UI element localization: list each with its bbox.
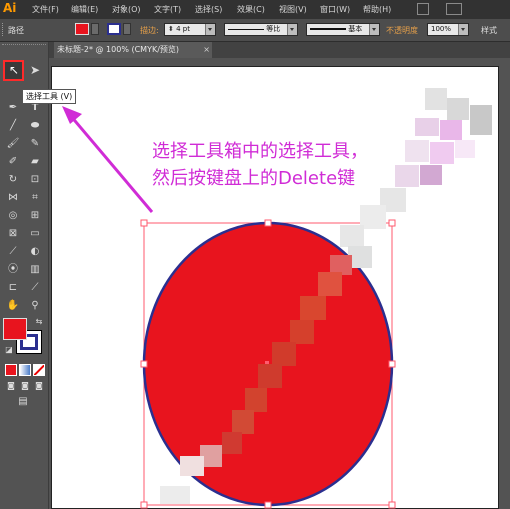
instruction-line-2: 然后按键盘上的Delete键 <box>152 168 356 189</box>
annotation-arrow <box>62 106 154 213</box>
selection-tool-tooltip: 选择工具 (V) <box>22 89 77 104</box>
artwork-layer <box>62 88 492 509</box>
instruction-line-1: 选择工具箱中的选择工具， <box>152 141 368 162</box>
